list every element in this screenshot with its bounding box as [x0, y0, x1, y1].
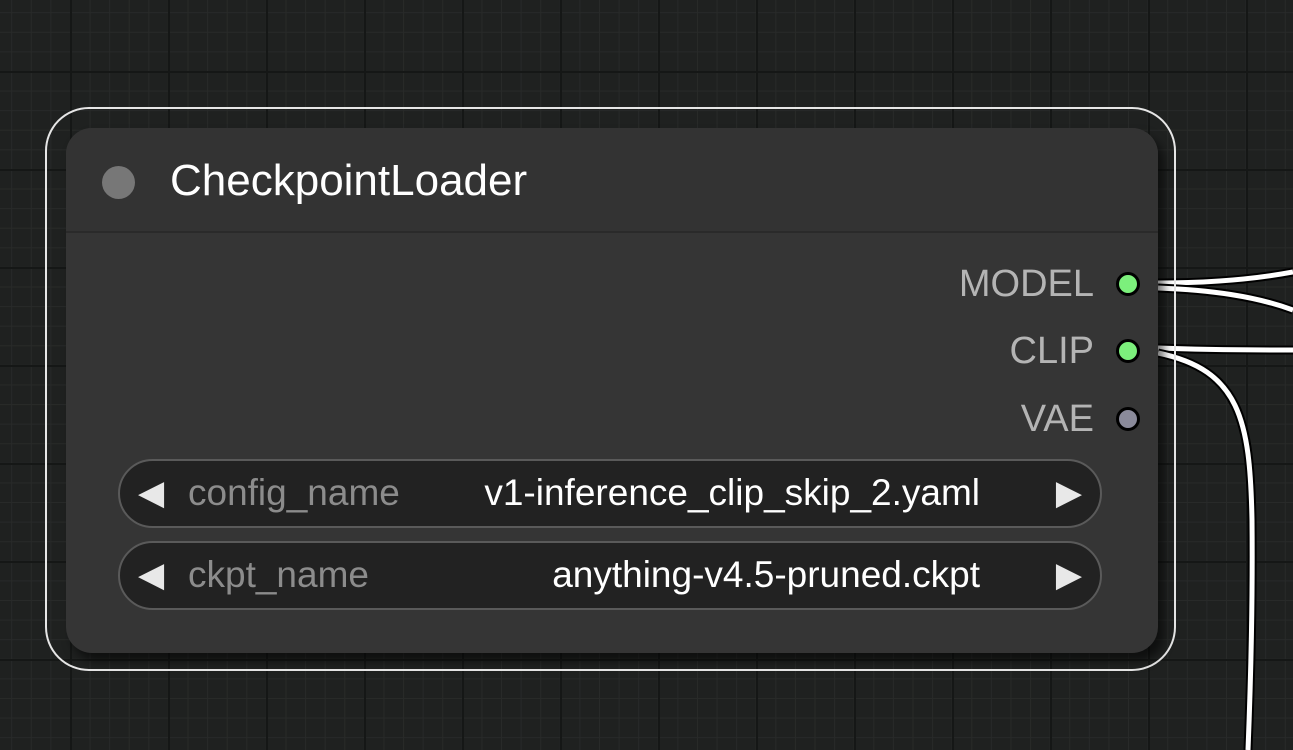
model-wire[interactable] — [1157, 267, 1293, 315]
config-name-next-arrow-icon[interactable]: ▶ — [1056, 461, 1082, 525]
ckpt-name-label: ckpt_name — [188, 554, 369, 595]
config-name-value[interactable]: v1-inference_clip_skip_2.yaml — [484, 461, 980, 525]
ckpt-name-value[interactable]: anything-v4.5-pruned.ckpt — [552, 543, 980, 607]
output-slot-clip[interactable]: CLIP — [1009, 329, 1140, 372]
output-slot-model[interactable]: MODEL — [958, 262, 1140, 305]
ckpt-name-prev-arrow-icon[interactable]: ◀ — [138, 543, 164, 607]
output-connector-model[interactable] — [1116, 272, 1140, 296]
output-connector-vae[interactable] — [1116, 407, 1140, 431]
clip-wire[interactable] — [1157, 343, 1293, 750]
graph-canvas[interactable]: CheckpointLoader MODEL CLIP VAE ◀ config… — [0, 0, 1293, 750]
output-label-clip: CLIP — [1009, 329, 1094, 372]
collapse-dot-icon[interactable] — [102, 166, 135, 199]
ckpt-name-combo[interactable]: ◀ ckpt_name anything-v4.5-pruned.ckpt ▶ — [118, 541, 1102, 610]
ckpt-name-next-arrow-icon[interactable]: ▶ — [1056, 543, 1082, 607]
node-title: CheckpointLoader — [170, 156, 528, 205]
output-label-vae: VAE — [1020, 397, 1094, 440]
config-name-combo[interactable]: ◀ config_name v1-inference_clip_skip_2.y… — [118, 459, 1102, 528]
checkpoint-loader-node[interactable]: CheckpointLoader MODEL CLIP VAE ◀ config… — [66, 128, 1158, 653]
output-label-model: MODEL — [958, 262, 1094, 305]
output-connector-clip[interactable] — [1116, 339, 1140, 363]
output-slot-vae[interactable]: VAE — [1020, 397, 1140, 440]
config-name-label: config_name — [188, 472, 400, 513]
config-name-prev-arrow-icon[interactable]: ◀ — [138, 461, 164, 525]
node-header[interactable]: CheckpointLoader — [66, 128, 1158, 233]
